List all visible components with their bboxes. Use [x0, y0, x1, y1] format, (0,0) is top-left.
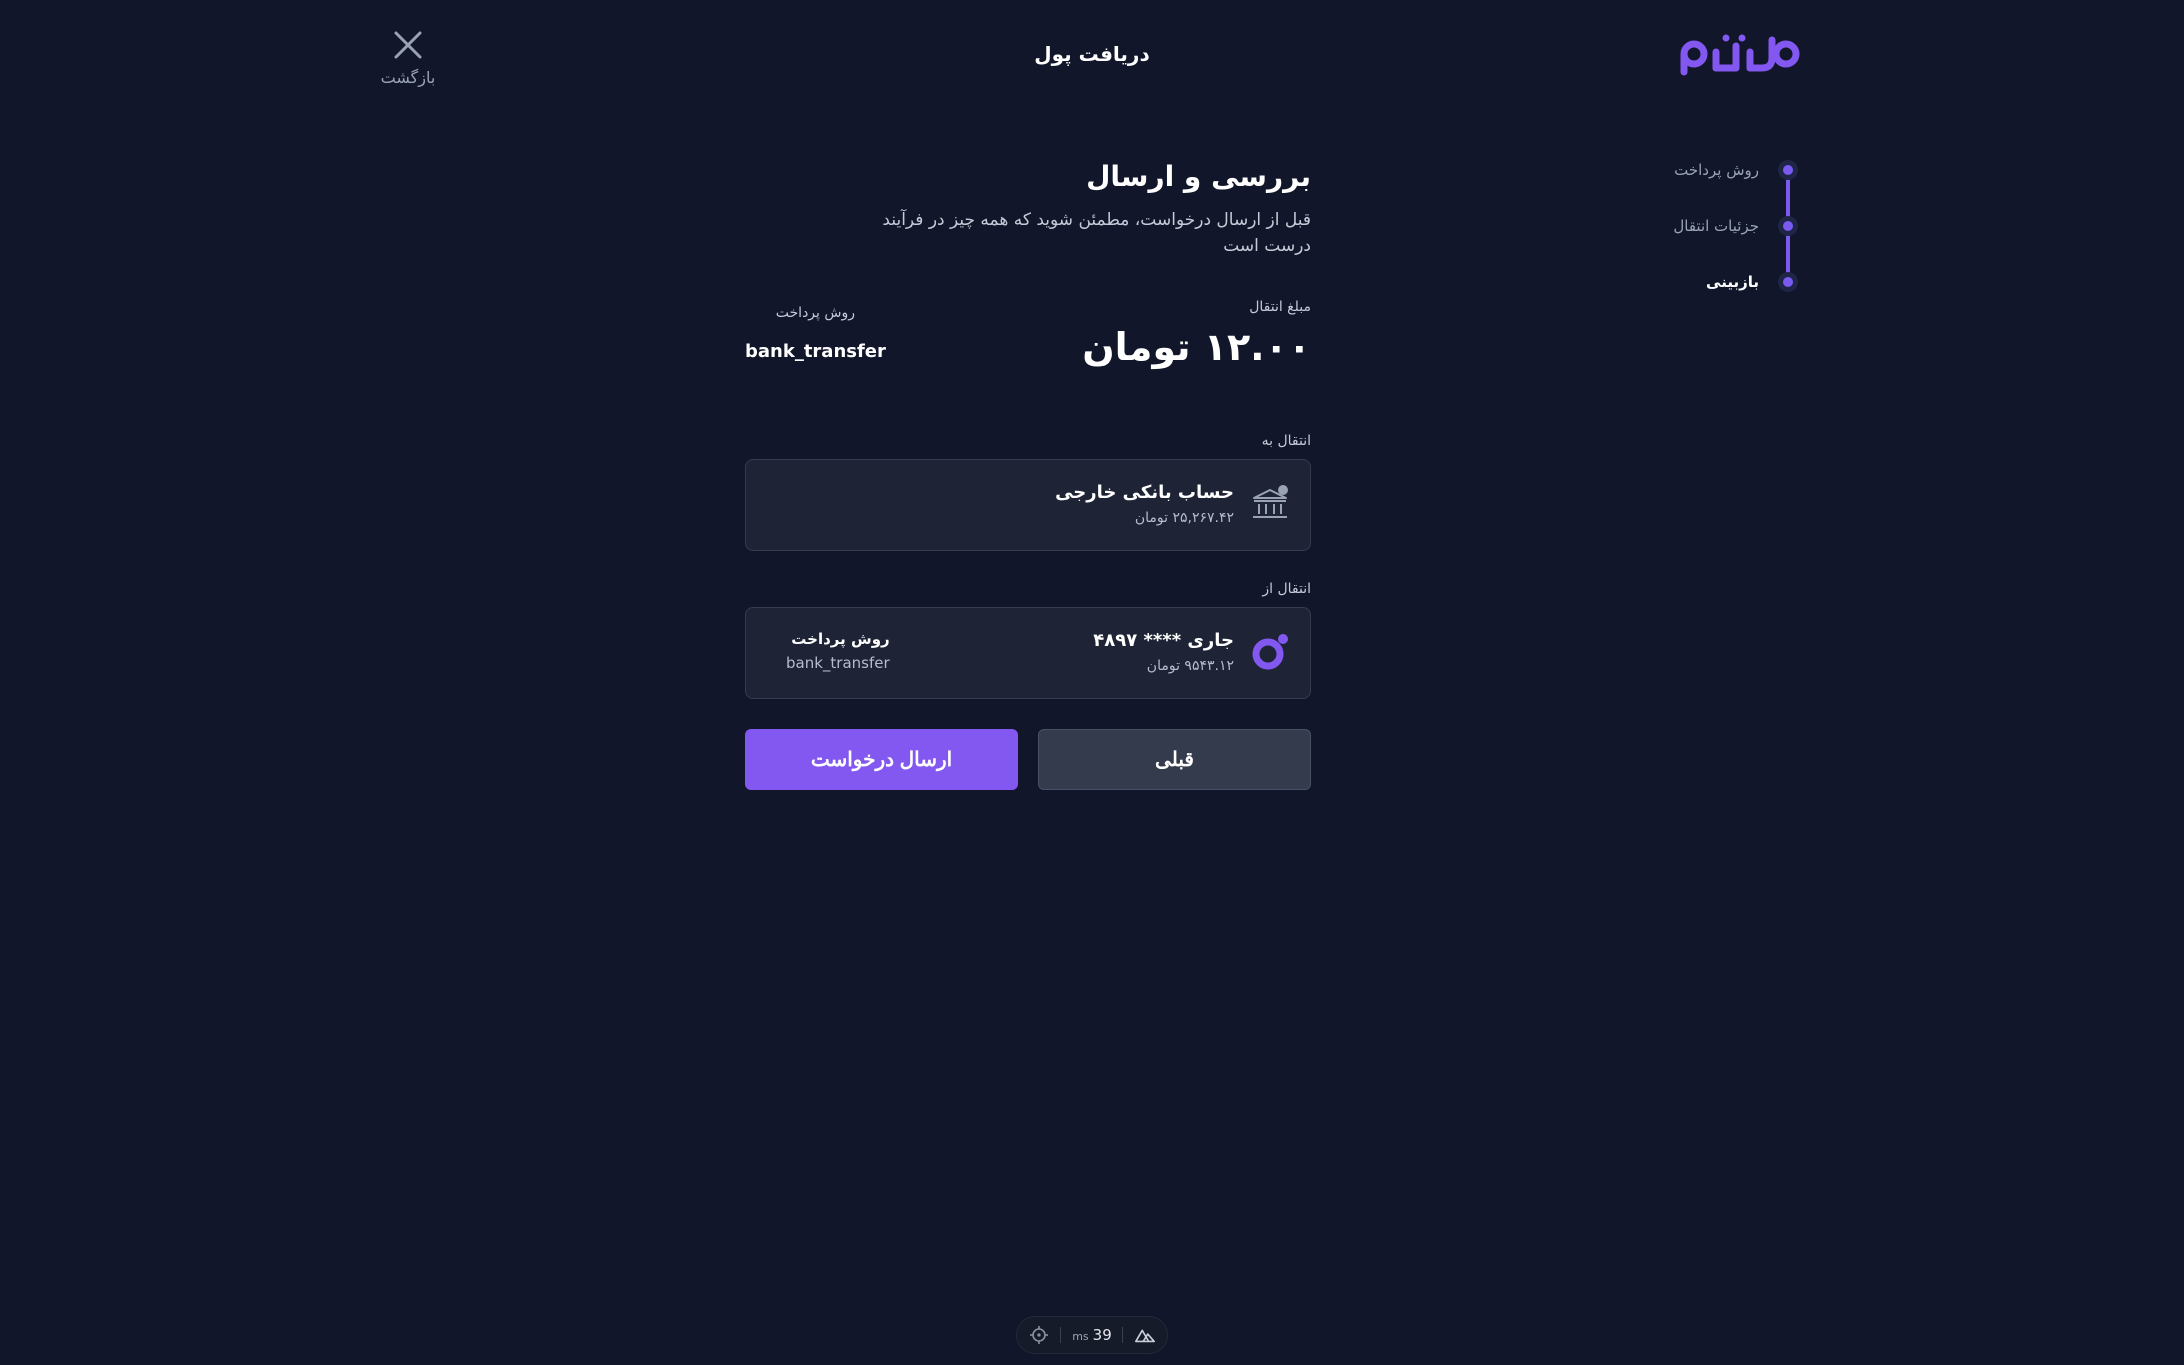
action-buttons: ارسال درخواست قبلی	[745, 729, 1311, 790]
nuxt-logo-icon[interactable]	[1134, 1324, 1156, 1346]
destination-account-balance: ۲۵,۲۶۷.۴۲ تومان	[1134, 510, 1234, 526]
summary-row: مبلغ انتقال ۱۲.۰۰ تومان روش پرداخت bank_…	[745, 299, 1311, 389]
source-account-name: جاری **** ۴۸۹۷	[1093, 630, 1234, 651]
brand-logo	[1680, 34, 1800, 76]
review-subtitle: قبل از ارسال درخواست، مطمئن شوید که همه …	[882, 210, 1311, 256]
transfer-from-label: انتقال از	[1262, 581, 1311, 597]
divider	[1060, 1327, 1062, 1343]
amount-block: مبلغ انتقال ۱۲.۰۰ تومان	[1082, 299, 1311, 369]
dev-toolbar[interactable]: ms 39	[1016, 1316, 1168, 1354]
page-title: دریافت پول	[1034, 42, 1150, 66]
transfer-to-label: انتقال به	[1261, 433, 1311, 449]
wallet-ring-icon	[1252, 634, 1288, 670]
render-time: ms 39	[1072, 1326, 1112, 1344]
method-block: روش پرداخت bank_transfer	[745, 305, 886, 362]
inspector-target-icon[interactable]	[1028, 1324, 1050, 1346]
step-label: روش پرداخت	[1674, 161, 1759, 179]
submit-request-button[interactable]: ارسال درخواست	[745, 729, 1018, 790]
previous-button[interactable]: قبلی	[1038, 729, 1311, 790]
review-heading: بررسی و ارسال	[1086, 160, 1311, 193]
render-time-unit: ms	[1072, 1330, 1089, 1343]
source-payment-method: روش پرداخت bank_transfer	[786, 630, 890, 672]
step-transfer-details[interactable]: جزئیات انتقال	[1660, 212, 1804, 240]
method-value: bank_transfer	[745, 341, 886, 362]
amount-caption: مبلغ انتقال	[1249, 299, 1311, 315]
step-label: جزئیات انتقال	[1673, 217, 1759, 235]
close-label: بازگشت	[380, 68, 436, 87]
step-label: بازبینی	[1706, 273, 1759, 291]
divider	[1122, 1327, 1124, 1343]
amount-value: ۱۲.۰۰ تومان	[1082, 325, 1311, 369]
method-caption: روش پرداخت	[775, 305, 855, 321]
render-time-value: 39	[1092, 1326, 1112, 1344]
progress-stepper: روش پرداخت جزئیات انتقال بازبینی	[1660, 156, 1804, 296]
step-payment-method[interactable]: روش پرداخت	[1660, 156, 1804, 184]
destination-account-name: حساب بانکی خارجی	[1055, 482, 1234, 503]
step-review[interactable]: بازبینی	[1660, 268, 1804, 296]
source-method-value: bank_transfer	[786, 654, 890, 672]
step-dot	[1778, 272, 1798, 292]
review-panel: بررسی و ارسال قبل از ارسال درخواست، مطمئ…	[745, 160, 1311, 790]
step-dot	[1778, 160, 1798, 180]
source-account-card[interactable]: جاری **** ۴۸۹۷ ۹۵۴۳.۱۲ تومان روش پرداخت …	[745, 607, 1311, 699]
source-method-title: روش پرداخت	[791, 630, 890, 648]
step-dot	[1778, 216, 1798, 236]
bank-icon	[1253, 485, 1288, 518]
destination-account-card[interactable]: حساب بانکی خارجی ۲۵,۲۶۷.۴۲ تومان	[745, 459, 1311, 551]
source-account-balance: ۹۵۴۳.۱۲ تومان	[1146, 658, 1234, 674]
